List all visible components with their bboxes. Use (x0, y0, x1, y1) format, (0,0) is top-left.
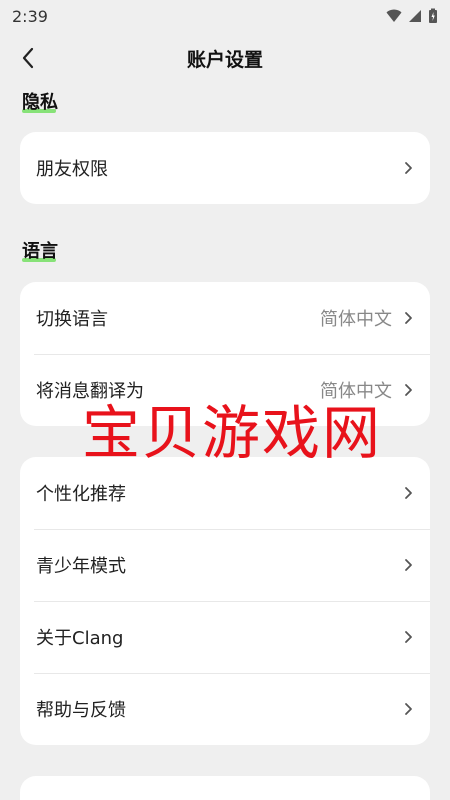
battery-icon (429, 8, 437, 23)
status-icons (386, 8, 438, 24)
settings-row-about[interactable]: 关于Clang (20, 601, 430, 673)
row-label: 关于Clang (36, 628, 124, 649)
row-label: 切换语言 (36, 309, 108, 330)
chevron-right-icon (402, 557, 414, 573)
row-label: 朋友权限 (36, 159, 108, 180)
chevron-right-icon (402, 701, 414, 717)
settings-row-switch-language[interactable]: 切换语言 简体中文 (20, 282, 430, 354)
row-label: 青少年模式 (36, 556, 126, 577)
watermark: 宝贝游戏网 (82, 399, 383, 467)
chevron-right-icon (402, 485, 414, 501)
section-label-privacy: 隐私 (22, 88, 58, 114)
page-title: 账户设置 (186, 48, 263, 71)
chevron-right-icon (402, 310, 414, 326)
section-label-language: 语言 (22, 237, 58, 263)
wifi-icon (386, 9, 402, 22)
settings-row-friend-permissions[interactable]: 朋友权限 (20, 132, 430, 204)
chevron-left-icon (22, 47, 34, 69)
bottom-card-partial (20, 776, 430, 800)
privacy-card: 朋友权限 (20, 132, 430, 204)
row-label: 个性化推荐 (36, 484, 126, 505)
signal-icon (409, 10, 421, 22)
status-bar: 2:39 (0, 0, 450, 32)
section-label-privacy-text: 隐私 (22, 92, 58, 113)
status-time: 2:39 (12, 6, 48, 26)
chevron-right-icon (402, 160, 414, 176)
row-label: 帮助与反馈 (36, 700, 126, 721)
row-value: 简体中文 (320, 309, 392, 330)
settings-row-teen-mode[interactable]: 青少年模式 (20, 529, 430, 601)
nav-bar: 账户设置 (0, 38, 450, 78)
section-label-language-text: 语言 (22, 241, 58, 262)
chevron-right-icon (402, 382, 414, 398)
chevron-right-icon (402, 629, 414, 645)
general-card: 个性化推荐 青少年模式 关于Clang 帮助与反馈 (20, 457, 430, 745)
settings-row-help-feedback[interactable]: 帮助与反馈 (20, 673, 430, 745)
back-button[interactable] (14, 44, 42, 72)
